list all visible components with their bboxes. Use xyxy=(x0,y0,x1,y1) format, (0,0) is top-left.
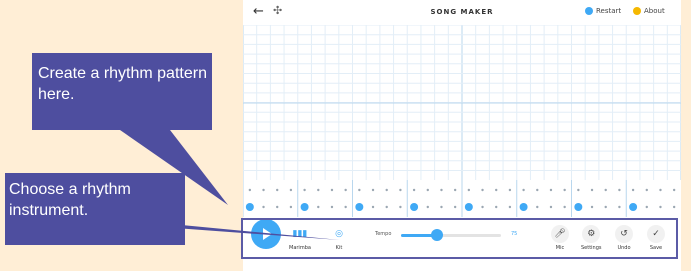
callout-rhythm-instrument: Choose a rhythm instrument. xyxy=(5,173,185,245)
callout-rhythm-pattern: Create a rhythm pattern here. xyxy=(32,53,212,130)
